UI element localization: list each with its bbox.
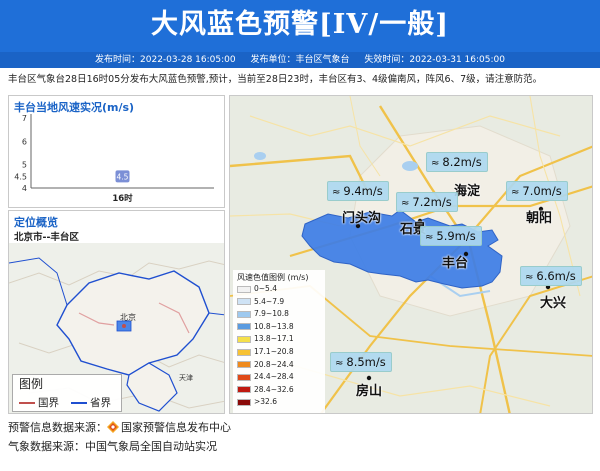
warning-page: 大风蓝色预警[IV/一般] 发布时间：2022-03-28 16:05:00 发… — [0, 0, 600, 471]
wind-legend-row: 20.8~24.4 — [237, 360, 294, 369]
wind-icon: ≈ — [335, 358, 344, 369]
district-fengtai: 丰台 — [442, 256, 469, 271]
legend-label: 0~5.4 — [254, 284, 277, 293]
legend-national-border: 国界 — [19, 395, 59, 410]
district-fangshan: 房山 — [356, 384, 383, 399]
legend-label: >32.6 — [254, 397, 277, 407]
wind-icon: ≈ — [401, 198, 410, 209]
legend-label: 7.9~10.8 — [254, 309, 289, 319]
y-tick-label: 5 — [22, 161, 27, 170]
x-category-label: 16时 — [112, 193, 133, 204]
wind-legend-row: 13.8~17.1 — [237, 334, 294, 343]
warning-center-logo-icon — [107, 421, 119, 433]
wind-legend-row: 28.4~32.6 — [237, 385, 294, 394]
wind-legend-title: 风速色值图例 (m/s) — [237, 273, 309, 282]
wind-reading-daxing[interactable]: ≈6.6m/s — [520, 266, 582, 286]
warning-banner: 大风蓝色预警[IV/一般] — [0, 0, 600, 52]
location-subtitle: 北京市--丰台区 — [14, 232, 79, 243]
legend-swatch — [237, 285, 251, 293]
legend-swatch — [237, 323, 251, 331]
legend-label: 10.8~13.8 — [254, 321, 294, 331]
weather-source-line: 气象数据来源：中国气象局全国自动站实况 — [8, 440, 217, 453]
wind-reading-mentougou[interactable]: ≈9.4m/s — [327, 181, 389, 201]
district-wind-map[interactable]: 海淀 门头沟 石景 朝阳 丰台 大兴 房山 ≈8.2m/s ≈9.4m/s ≈7… — [229, 95, 593, 414]
warning-meta-bar: 发布时间：2022-03-28 16:05:00 发布单位：丰台区气象台 失效时… — [0, 52, 600, 68]
y-tick-label: 4 — [22, 184, 27, 193]
wind-reading-chaoyang[interactable]: ≈7.0m/s — [506, 181, 568, 201]
legend-swatch — [237, 386, 251, 394]
wind-icon: ≈ — [525, 272, 534, 283]
wind-icon: ≈ — [511, 187, 520, 198]
district-mentougou: 门头沟 — [342, 211, 382, 226]
wind-panel-title: 丰台当地风速实况(m/s) — [14, 101, 135, 114]
legend-label: 5.4~7.9 — [254, 296, 285, 306]
warning-source-name: 国家预警信息发布中心 — [121, 421, 231, 434]
warning-description: 丰台区气象台28日16时05分发布大风蓝色预警,预计，当前至28日23时，丰台区… — [8, 74, 543, 85]
wind-legend-row: 7.9~10.8 — [237, 309, 289, 318]
district-haidian: 海淀 — [454, 184, 481, 199]
wind-reading-fengtai[interactable]: ≈5.9m/s — [420, 226, 482, 246]
location-legend-title: 图例 — [19, 377, 44, 391]
wind-legend-row: 17.1~20.8 — [237, 347, 294, 356]
location-legend: 图例 国界 省界 — [12, 374, 122, 412]
wind-icon: ≈ — [425, 232, 434, 243]
district-daxing: 大兴 — [540, 296, 567, 311]
legend-swatch — [237, 310, 251, 318]
bar-data-label: 4.5 — [117, 172, 129, 181]
publisher: 发布单位：丰台区气象台 — [250, 55, 350, 65]
province-border-line-icon — [71, 402, 87, 404]
warning-source-label: 预警信息数据来源： — [8, 421, 107, 434]
expire-time: 失效时间：2022-03-31 16:05:00 — [364, 55, 505, 65]
wind-icon: ≈ — [431, 158, 440, 169]
legend-swatch — [237, 398, 251, 406]
beijing-map-label: 北京 — [120, 312, 136, 322]
warning-source-line: 预警信息数据来源： 国家预警信息发布中心 — [8, 419, 231, 435]
legend-swatch — [237, 348, 251, 356]
legend-label: 17.1~20.8 — [254, 347, 294, 356]
legend-label: 28.4~32.6 — [254, 384, 294, 394]
legend-province-border: 省界 — [71, 395, 111, 410]
y-tick-label: 6 — [22, 137, 27, 146]
tianjin-map-label: 天津 — [179, 374, 193, 382]
y-tick-label: 4.5 — [14, 172, 27, 181]
warning-title: 大风蓝色预警[IV/一般] — [151, 9, 449, 40]
wind-reading-shijingshan[interactable]: ≈7.2m/s — [396, 192, 458, 212]
wind-color-legend: 风速色值图例 (m/s) 0~5.4 5.4~7.9 7.9~10.8 10.8~13… — [233, 270, 325, 413]
wind-icon: ≈ — [332, 187, 341, 198]
legend-swatch — [237, 298, 251, 306]
legend-swatch — [237, 335, 251, 343]
wind-legend-row: 5.4~7.9 — [237, 297, 284, 306]
legend-label: 24.4~28.4 — [254, 372, 294, 382]
wind-legend-row: >32.6 — [237, 397, 277, 406]
wind-reading-haidian[interactable]: ≈8.2m/s — [426, 152, 488, 172]
wind-legend-row: 10.8~13.8 — [237, 322, 294, 331]
location-panel-title: 定位概览 — [14, 216, 58, 229]
y-tick-label: 7 — [22, 114, 27, 123]
national-border-line-icon — [19, 402, 35, 404]
legend-swatch — [237, 373, 251, 381]
publish-time: 发布时间：2022-03-28 16:05:00 — [95, 55, 236, 65]
legend-label: 13.8~17.1 — [254, 334, 294, 344]
wind-reading-fangshan[interactable]: ≈8.5m/s — [330, 352, 392, 372]
wind-speed-panel: 7 6 5 4.5 4 4.5 16时 丰台当地风速实况(m/s) — [8, 95, 225, 208]
legend-label: 20.8~24.4 — [254, 359, 294, 369]
wind-legend-row: 0~5.4 — [237, 284, 277, 293]
district-chaoyang: 朝阳 — [526, 211, 553, 226]
wind-legend-row: 24.4~28.4 — [237, 372, 294, 381]
legend-swatch — [237, 361, 251, 369]
